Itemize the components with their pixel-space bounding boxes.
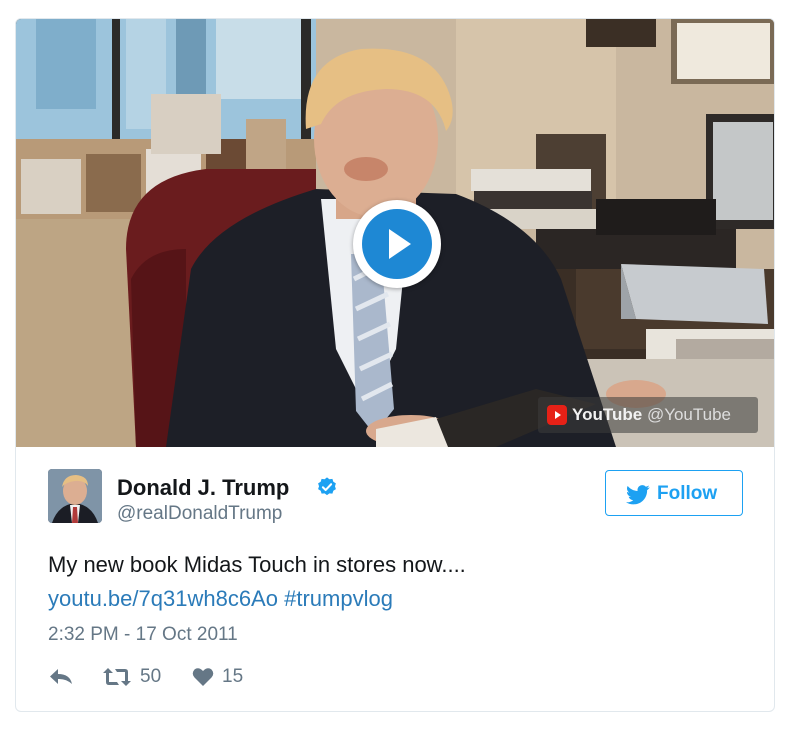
like-button[interactable]: 15 [192, 665, 262, 689]
retweet-button[interactable]: 50 [102, 665, 182, 689]
follow-button-label: Follow [657, 483, 718, 504]
reply-icon [50, 669, 72, 684]
reply-button[interactable] [48, 665, 78, 689]
twitter-bird-icon [626, 485, 650, 505]
tweet-links: youtu.be/7q31wh8c6Ao #trumpvlog [48, 586, 393, 612]
youtube-attribution[interactable]: YouTube @YouTube [538, 397, 758, 433]
youtube-provider-handle: @YouTube [646, 405, 731, 424]
play-button[interactable] [353, 200, 441, 288]
heart-icon [192, 668, 214, 686]
retweet-count: 50 [140, 666, 162, 687]
verified-badge-icon [318, 477, 336, 496]
play-icon [362, 209, 432, 279]
avatar[interactable] [48, 469, 102, 523]
author-handle[interactable]: @realDonaldTrump [117, 503, 282, 525]
tweet-url-link[interactable]: youtu.be/7q31wh8c6Ao [48, 586, 278, 611]
like-count: 15 [222, 666, 244, 687]
tweet-hashtag-link[interactable]: #trumpvlog [284, 586, 393, 611]
youtube-provider-name: YouTube [572, 405, 643, 424]
avatar-image [48, 469, 102, 523]
embedded-tweet-card: YouTube @YouTube Donald J. Trump @realDo… [15, 18, 775, 712]
youtube-logo-icon [547, 405, 567, 425]
tweet-text: My new book Midas Touch in stores now...… [48, 552, 466, 577]
tweet-timestamp[interactable]: 2:32 PM - 17 Oct 2011 [48, 624, 238, 646]
retweet-icon [103, 668, 131, 686]
author-name[interactable]: Donald J. Trump [117, 475, 289, 501]
follow-button[interactable]: Follow [605, 470, 743, 516]
video-thumbnail[interactable]: YouTube @YouTube [16, 19, 774, 447]
